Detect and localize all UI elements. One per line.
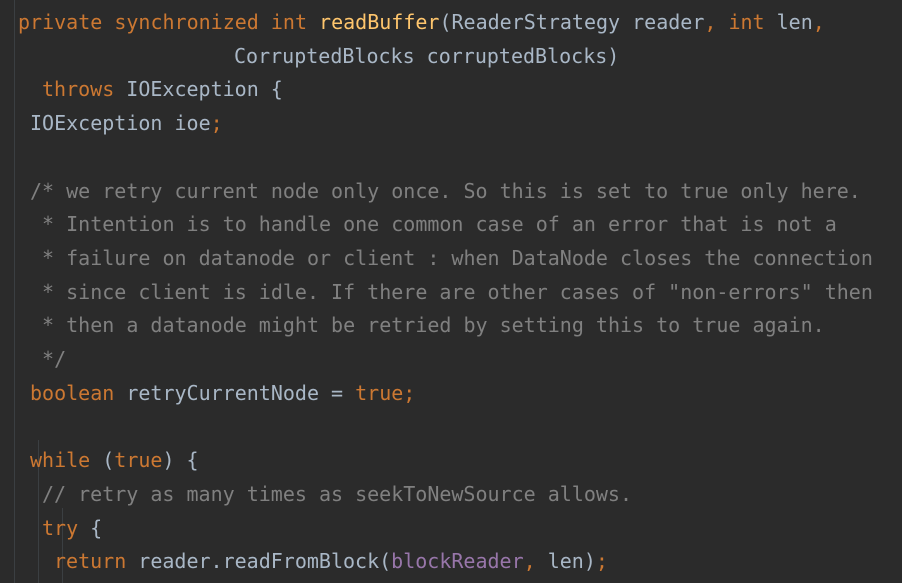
code-line[interactable]: return reader.readFromBlock(blockReader,…: [54, 544, 608, 578]
code-token: ,: [704, 10, 729, 34]
code-token: * since client is idle. If there are oth…: [30, 279, 873, 304]
code-token: len): [547, 549, 596, 574]
code-token: true: [355, 380, 404, 405]
code-token: boolean: [30, 380, 127, 405]
code-token: * Intention is to handle one common case…: [30, 212, 837, 237]
code-token: (: [102, 448, 115, 473]
code-line[interactable]: * since client is idle. If there are oth…: [30, 275, 873, 309]
code-token: * then a datanode might be retried by se…: [30, 313, 825, 338]
code-token: {: [90, 515, 103, 540]
code-line[interactable]: private synchronized int readBuffer(Read…: [18, 5, 825, 39]
code-line[interactable]: try {: [42, 511, 102, 545]
code-line[interactable]: CorruptedBlocks corruptedBlocks): [234, 39, 619, 73]
code-token: reader.readFromBlock(: [138, 549, 392, 574]
code-line[interactable]: throws IOException {: [42, 72, 283, 106]
code-line[interactable]: * failure on datanode or client : when D…: [30, 241, 873, 275]
code-token: (ReaderStrategy reader: [439, 10, 705, 34]
code-line[interactable]: * Intention is to handle one common case…: [30, 207, 837, 241]
code-token: */: [30, 347, 67, 371]
code-token: blockReader: [391, 549, 524, 574]
code-token: throws: [42, 77, 127, 102]
code-line[interactable]: */: [30, 342, 66, 376]
code-line[interactable]: /* we retry current node only once. So t…: [30, 174, 861, 208]
code-token: ,: [523, 549, 548, 574]
code-token: IOException {: [126, 77, 283, 102]
code-token: true: [114, 448, 163, 473]
code-line[interactable]: while (true) {: [30, 443, 199, 477]
code-token: readBuffer: [319, 10, 440, 34]
indent-guide: [14, 0, 15, 583]
code-token: CorruptedBlocks corruptedBlocks): [234, 43, 620, 68]
code-token: retryCurrentNode =: [126, 380, 356, 405]
code-token: /* we retry current node only once. So t…: [30, 178, 861, 203]
code-line[interactable]: // retry as many times as seekToNewSourc…: [42, 477, 632, 511]
code-token: ;: [210, 111, 223, 136]
code-line[interactable]: * then a datanode might be retried by se…: [30, 308, 825, 342]
code-token: // retry as many times as seekToNewSourc…: [42, 481, 633, 506]
code-token: ;: [403, 380, 416, 405]
code-token: while: [30, 448, 103, 473]
code-editor[interactable]: private synchronized int readBuffer(Read…: [0, 0, 902, 583]
code-token: IOException ioe: [30, 111, 211, 136]
code-line[interactable]: boolean retryCurrentNode = true;: [30, 376, 415, 410]
code-token: try: [42, 515, 91, 540]
code-token: len: [776, 10, 813, 34]
code-token: ) {: [162, 448, 199, 473]
code-token: private synchronized int: [18, 10, 320, 34]
code-token: ;: [595, 549, 608, 574]
code-token: ,: [812, 10, 825, 34]
code-token: * failure on datanode or client : when D…: [30, 245, 873, 270]
code-token: return: [54, 549, 139, 574]
code-line[interactable]: IOException ioe;: [30, 106, 223, 140]
code-token: int: [728, 10, 777, 34]
